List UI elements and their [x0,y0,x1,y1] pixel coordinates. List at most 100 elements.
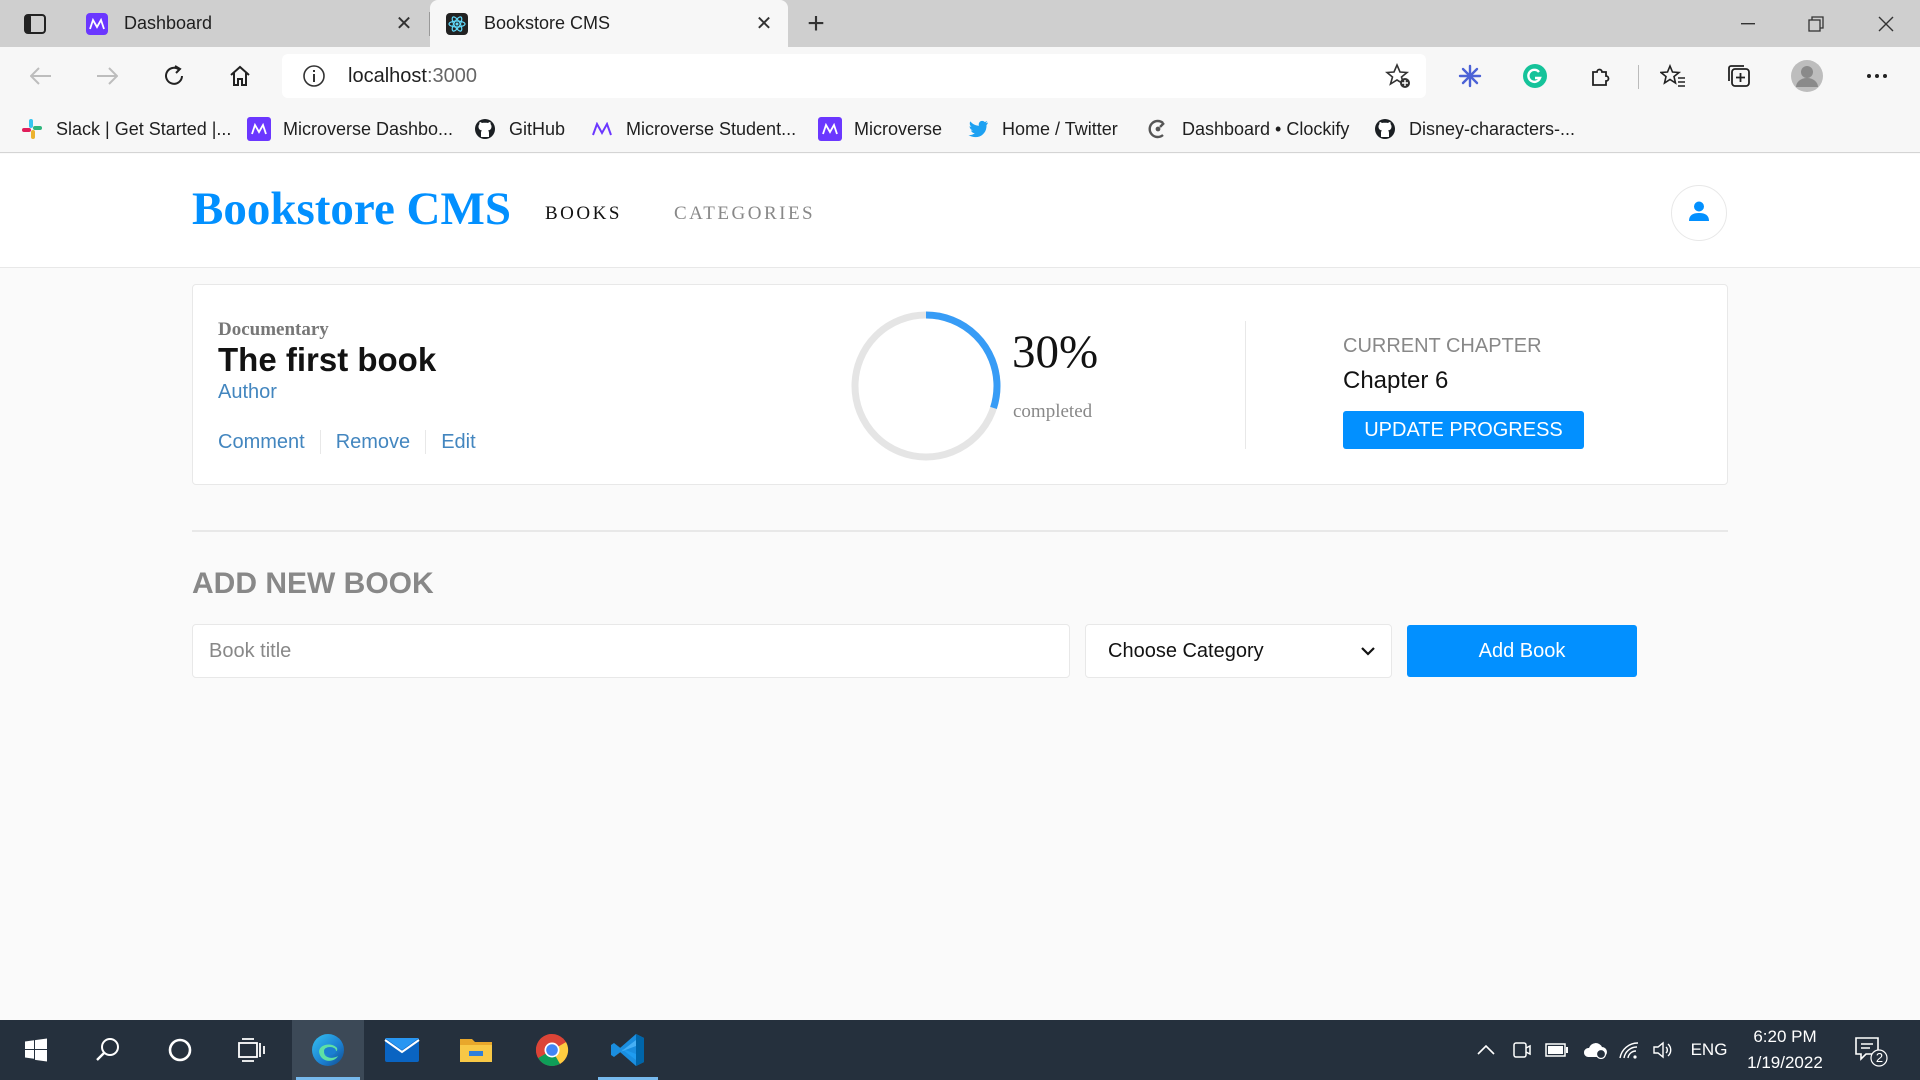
app-header: Bookstore CMS BOOKS CATEGORIES [0,154,1920,268]
system-clock[interactable]: 6:20 PM 1/19/2022 [1740,1020,1830,1080]
tab-actions-icon[interactable] [18,10,52,38]
book-title: The first book [218,341,437,378]
back-icon[interactable] [22,57,60,95]
bookmark-microverse[interactable]: Microverse [818,115,942,143]
extensions-icon[interactable] [1582,57,1620,95]
edit-button[interactable]: Edit [425,430,490,454]
task-view-icon[interactable] [216,1020,288,1080]
comment-button[interactable]: Comment [218,430,320,454]
current-chapter-value: Chapter 6 [1343,367,1449,394]
progress-completed-label: completed [1013,401,1093,422]
book-title-input[interactable] [192,624,1070,678]
close-tab-icon[interactable]: ✕ [390,10,418,38]
collections-icon[interactable] [1720,57,1758,95]
tab-dashboard[interactable]: Dashboard ✕ [70,0,428,47]
github-icon [1373,117,1397,141]
book-card: Documentary The first book Author Commen… [192,284,1728,485]
forward-icon[interactable] [88,57,126,95]
book-genre: Documentary [218,319,329,340]
current-chapter-label: CURRENT CHAPTER [1343,335,1542,357]
onedrive-icon[interactable] [1578,1020,1612,1080]
microverse-icon [247,117,271,141]
notifications-icon[interactable]: 2 [1850,1034,1890,1068]
close-window-icon[interactable] [1852,0,1920,47]
wifi-icon[interactable] [1614,1020,1644,1080]
category-selected-value: Choose Category [1108,639,1264,662]
category-select[interactable]: Choose Category [1085,624,1392,678]
new-tab-icon[interactable]: + [800,7,832,40]
section-divider [192,530,1728,532]
more-menu-icon[interactable] [1858,57,1896,95]
book-actions: Comment Remove Edit [218,430,491,454]
clockify-icon [1146,117,1170,141]
add-favorite-icon[interactable] [1384,62,1412,90]
site-info-icon[interactable] [300,62,328,90]
url-host: localhost [348,64,427,87]
bookmark-label: Slack | Get Started |... [56,118,232,139]
progress-ring [851,311,1001,461]
cortana-icon[interactable] [144,1020,216,1080]
twitter-icon [966,117,990,141]
add-book-button[interactable]: Add Book [1407,625,1637,677]
volume-icon[interactable] [1648,1020,1678,1080]
mail-icon[interactable] [366,1020,438,1080]
restore-icon[interactable] [1782,0,1850,47]
edge-icon[interactable] [292,1020,364,1080]
bookmark-label: Home / Twitter [1002,118,1118,139]
bookmark-label: Microverse Student... [626,118,797,139]
bookmark-label: Microverse Dashbo... [283,118,454,139]
update-progress-button[interactable]: UPDATE PROGRESS [1343,411,1584,449]
nav-books[interactable]: BOOKS [545,203,622,225]
microverse-icon [86,12,108,35]
show-hidden-icons-icon[interactable] [1470,1020,1502,1080]
brand-logo[interactable]: Bookstore CMS [192,182,511,236]
bookmark-label: Disney-characters-... [1409,118,1576,139]
bookmark-label: Dashboard • Clockify [1182,118,1350,139]
browser-tab-bar: Dashboard ✕ Bookstore CMS ✕ + [0,0,1920,47]
grammarly-icon[interactable] [1516,57,1554,95]
profile-avatar-icon[interactable] [1788,57,1826,95]
tab-bookstore-cms[interactable]: Bookstore CMS ✕ [430,0,788,47]
start-icon[interactable] [0,1020,72,1080]
battery-icon[interactable] [1540,1020,1574,1080]
search-icon[interactable] [72,1020,144,1080]
user-icon [1688,200,1710,227]
nav-categories[interactable]: CATEGORIES [674,203,815,225]
microverse-icon [818,117,842,141]
bookmark-clockify[interactable]: Dashboard • Clockify [1146,115,1349,143]
close-tab-icon[interactable]: ✕ [750,10,778,38]
bookmark-github[interactable]: GitHub [473,115,565,143]
user-profile-button[interactable] [1671,185,1727,241]
book-author[interactable]: Author [218,381,277,404]
bookmark-microverse-student[interactable]: Microverse Student... [590,115,796,143]
tab-title: Dashboard [124,13,213,33]
add-book-heading: ADD NEW BOOK [192,567,434,600]
snowflake-extension-icon[interactable] [1451,57,1489,95]
vscode-icon[interactable] [592,1020,664,1080]
browser-toolbar: localhost:3000 [0,47,1920,105]
toolbar-separator [1638,65,1639,89]
home-icon[interactable] [221,57,259,95]
progress-percent: 30% [1012,326,1099,378]
favorites-icon[interactable] [1654,57,1692,95]
language-indicator[interactable]: ENG [1686,1020,1732,1080]
file-explorer-icon[interactable] [440,1020,512,1080]
bookmarks-bar: Slack | Get Started |... Microverse Dash… [0,105,1920,153]
clock-time: 6:20 PM [1753,1027,1817,1046]
meet-now-icon[interactable] [1506,1020,1536,1080]
tab-title: Bookstore CMS [484,13,611,33]
bookmark-disney-characters[interactable]: Disney-characters-... [1373,115,1575,143]
url-port: :3000 [426,64,477,87]
bookmark-slack[interactable]: Slack | Get Started |... [20,115,231,143]
bookmark-label: GitHub [509,118,566,139]
bookmark-microverse-dashboard[interactable]: Microverse Dashbo... [247,115,453,143]
refresh-icon[interactable] [155,57,193,95]
card-divider [1245,321,1246,449]
bookmark-twitter[interactable]: Home / Twitter [966,115,1118,143]
address-bar[interactable]: localhost:3000 [282,54,1426,98]
chrome-icon[interactable] [516,1020,588,1080]
bookmark-label: Microverse [854,118,943,139]
minimize-icon[interactable] [1714,0,1782,47]
slack-icon [20,117,44,141]
remove-button[interactable]: Remove [319,430,425,454]
